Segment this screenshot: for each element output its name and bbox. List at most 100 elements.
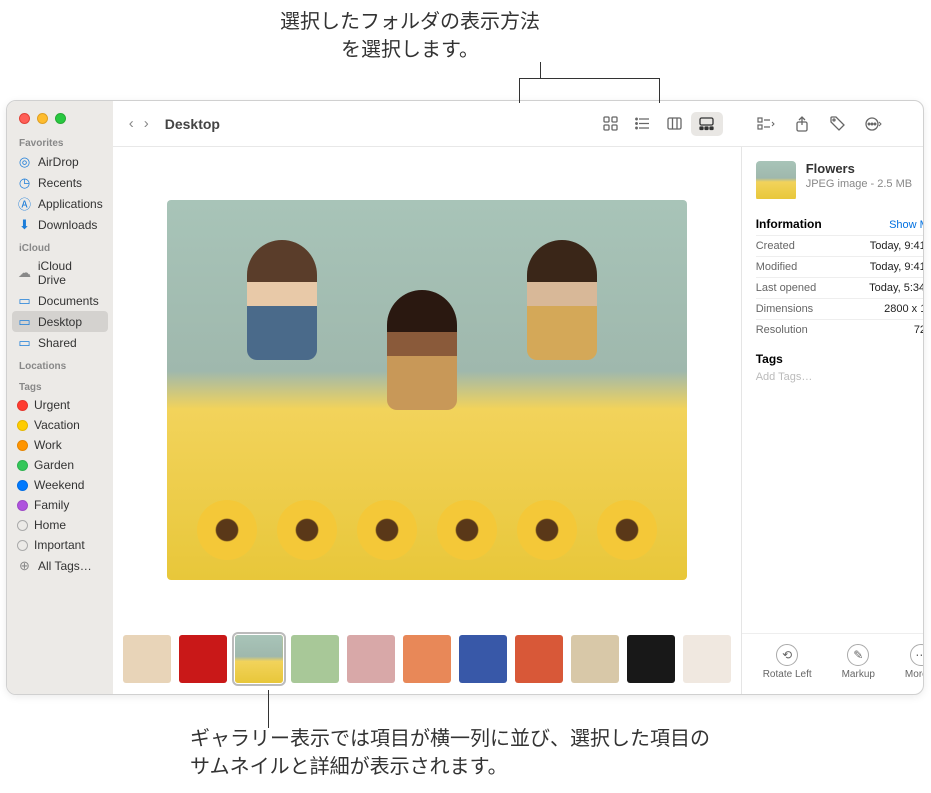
sidebar-tag-work[interactable]: Work bbox=[7, 435, 113, 455]
tag-color-icon bbox=[17, 520, 28, 531]
back-button[interactable]: ‹ bbox=[125, 113, 138, 134]
markup-icon: ✎ bbox=[847, 644, 869, 666]
rotate-left-button[interactable]: ⟲Rotate Left bbox=[763, 644, 812, 680]
quick-actions: ⟲Rotate Left ✎Markup ⋯More… bbox=[742, 633, 924, 694]
applications-icon: Ⓐ bbox=[17, 196, 32, 211]
sidebar-item-recents[interactable]: ◷Recents bbox=[7, 172, 113, 193]
inspector-information: Information Show More CreatedToday, 9:41… bbox=[742, 211, 924, 346]
sidebar-item-downloads[interactable]: ⬇Downloads bbox=[7, 214, 113, 235]
sidebar-item-all-tags[interactable]: ⊕All Tags… bbox=[7, 555, 113, 576]
sidebar-tag-weekend[interactable]: Weekend bbox=[7, 475, 113, 495]
minimize-button[interactable] bbox=[37, 113, 48, 124]
add-tags-field[interactable]: Add Tags… bbox=[756, 369, 924, 383]
inspector-header: Flowers JPEG image - 2.5 MB bbox=[742, 147, 924, 211]
close-button[interactable] bbox=[19, 113, 30, 124]
toolbar: ‹ › Desktop bbox=[113, 101, 924, 147]
view-switcher bbox=[595, 112, 723, 136]
thumbnail-item[interactable] bbox=[627, 635, 675, 683]
sidebar-item-airdrop[interactable]: ◎AirDrop bbox=[7, 151, 113, 172]
sidebar-favorites: Favorites ◎AirDrop ◷Recents ⒶApplication… bbox=[7, 132, 113, 237]
thumbnail-item[interactable] bbox=[235, 635, 283, 683]
finder-window: Favorites ◎AirDrop ◷Recents ⒶApplication… bbox=[6, 100, 924, 695]
sidebar-tags: Tags UrgentVacationWorkGardenWeekendFami… bbox=[7, 376, 113, 578]
preview-image[interactable] bbox=[167, 200, 687, 580]
sidebar-tag-urgent[interactable]: Urgent bbox=[7, 395, 113, 415]
tag-color-icon bbox=[17, 540, 28, 551]
window-title: Desktop bbox=[165, 116, 220, 132]
sidebar-item-icloud-drive[interactable]: ☁iCloud Drive bbox=[7, 256, 113, 290]
thumbnail-item[interactable] bbox=[683, 635, 731, 683]
thumbnail-item[interactable] bbox=[459, 635, 507, 683]
sidebar-tag-garden[interactable]: Garden bbox=[7, 455, 113, 475]
callout-line bbox=[519, 78, 659, 79]
info-row: ModifiedToday, 9:41 AM bbox=[756, 256, 924, 277]
main-area: ‹ › Desktop bbox=[113, 101, 924, 694]
sidebar: Favorites ◎AirDrop ◷Recents ⒶApplication… bbox=[7, 101, 113, 694]
nav-buttons: ‹ › bbox=[125, 113, 153, 134]
view-gallery-button[interactable] bbox=[691, 112, 723, 136]
more-actions-button[interactable]: ⋯More… bbox=[905, 644, 924, 680]
callout-line bbox=[268, 690, 269, 728]
shared-icon: ▭ bbox=[17, 335, 32, 350]
clock-icon: ◷ bbox=[17, 175, 32, 190]
thumbnail-item[interactable] bbox=[347, 635, 395, 683]
annotation-gallery: ギャラリー表示では項目が横一列に並び、選択した項目のサムネイルと詳細が表示されま… bbox=[190, 725, 710, 781]
callout-line bbox=[659, 78, 660, 103]
cloud-icon: ☁ bbox=[17, 266, 32, 281]
sidebar-item-documents[interactable]: ▭Documents bbox=[7, 290, 113, 311]
gallery-view bbox=[113, 147, 741, 694]
sidebar-header-favorites: Favorites bbox=[7, 134, 113, 151]
tag-button[interactable] bbox=[823, 112, 853, 136]
thumbnail-item[interactable] bbox=[123, 635, 171, 683]
all-tags-icon: ⊕ bbox=[17, 558, 32, 573]
desktop-icon: ▭ bbox=[17, 314, 32, 329]
sidebar-item-desktop[interactable]: ▭Desktop bbox=[12, 311, 108, 332]
airdrop-icon: ◎ bbox=[17, 154, 32, 169]
sidebar-tag-home[interactable]: Home bbox=[7, 515, 113, 535]
forward-button[interactable]: › bbox=[140, 113, 153, 134]
sidebar-locations: Locations bbox=[7, 355, 113, 376]
info-row: Resolution72×72 bbox=[756, 319, 924, 340]
info-row: Dimensions2800 x 1800 bbox=[756, 298, 924, 319]
group-button[interactable] bbox=[751, 112, 781, 136]
thumbnail-item[interactable] bbox=[179, 635, 227, 683]
sidebar-tag-family[interactable]: Family bbox=[7, 495, 113, 515]
sidebar-item-shared[interactable]: ▭Shared bbox=[7, 332, 113, 353]
downloads-icon: ⬇ bbox=[17, 217, 32, 232]
sidebar-tag-vacation[interactable]: Vacation bbox=[7, 415, 113, 435]
info-row: CreatedToday, 9:41 AM bbox=[756, 235, 924, 256]
view-icon-button[interactable] bbox=[595, 112, 627, 136]
thumbnail-item[interactable] bbox=[515, 635, 563, 683]
tags-header: Tags bbox=[756, 352, 924, 369]
info-header: Information bbox=[756, 217, 822, 231]
sidebar-header-locations: Locations bbox=[7, 357, 113, 374]
share-button[interactable] bbox=[787, 112, 817, 136]
action-button[interactable] bbox=[859, 112, 889, 136]
sidebar-header-tags: Tags bbox=[7, 378, 113, 395]
sidebar-item-applications[interactable]: ⒶApplications bbox=[7, 193, 113, 214]
zoom-button[interactable] bbox=[55, 113, 66, 124]
tag-color-icon bbox=[17, 440, 28, 451]
search-button[interactable] bbox=[917, 112, 924, 136]
thumbnail-item[interactable] bbox=[571, 635, 619, 683]
content-area: Flowers JPEG image - 2.5 MB Information … bbox=[113, 147, 924, 694]
view-column-button[interactable] bbox=[659, 112, 691, 136]
file-kind-size: JPEG image - 2.5 MB bbox=[806, 178, 912, 190]
more-icon: ⋯ bbox=[910, 644, 924, 666]
callout-line bbox=[540, 62, 541, 78]
info-row: Last openedToday, 5:34 PM bbox=[756, 277, 924, 298]
file-name: Flowers bbox=[806, 161, 912, 176]
thumbnail-item[interactable] bbox=[291, 635, 339, 683]
show-more-link[interactable]: Show More bbox=[889, 219, 924, 231]
tag-color-icon bbox=[17, 400, 28, 411]
thumbnail-item[interactable] bbox=[403, 635, 451, 683]
inspector-tags: Tags Add Tags… bbox=[742, 346, 924, 389]
preview-area bbox=[113, 147, 741, 632]
document-icon: ▭ bbox=[17, 293, 32, 308]
sidebar-tag-important[interactable]: Important bbox=[7, 535, 113, 555]
markup-button[interactable]: ✎Markup bbox=[842, 644, 875, 680]
thumbnail-strip[interactable] bbox=[113, 632, 741, 694]
view-list-button[interactable] bbox=[627, 112, 659, 136]
sidebar-header-icloud: iCloud bbox=[7, 239, 113, 256]
tag-color-icon bbox=[17, 420, 28, 431]
